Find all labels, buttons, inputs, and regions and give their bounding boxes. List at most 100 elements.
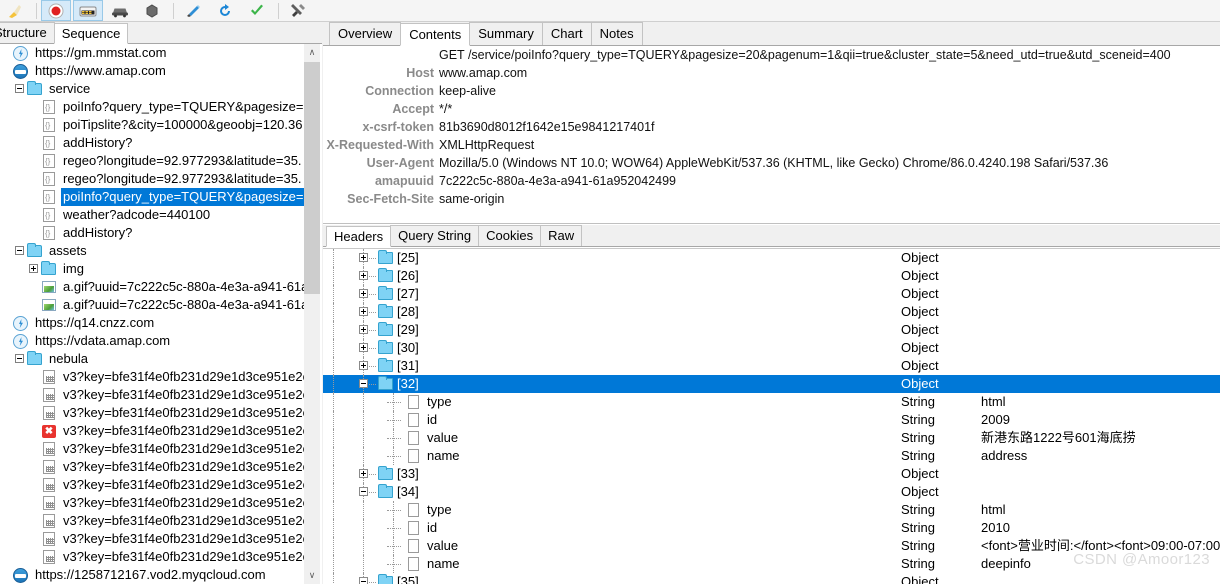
tools-icon[interactable]: [283, 0, 313, 21]
expand-icon[interactable]: [359, 343, 368, 352]
tree-expander-slot[interactable]: [14, 80, 27, 98]
json-tree-row[interactable]: [26] Object: [323, 267, 1220, 285]
scroll-down-arrow[interactable]: ∨: [304, 567, 320, 584]
collapse-icon[interactable]: [15, 354, 24, 363]
left-tree-scrollbar[interactable]: ∧ ∨: [304, 44, 320, 584]
session-tree-row[interactable]: v3?key=bfe31f4e0fb231d29e1d3ce951e2c: [0, 458, 322, 476]
inspector-tab-notes[interactable]: Notes: [590, 22, 643, 45]
json-tree-row[interactable]: [28] Object: [323, 303, 1220, 321]
session-tree[interactable]: https://gm.mmstat.com https://www.amap.co…: [0, 44, 322, 584]
session-tree-row[interactable]: v3?key=bfe31f4e0fb231d29e1d3ce951e2c: [0, 440, 322, 458]
json-tree-row[interactable]: [30] Object: [323, 339, 1220, 357]
collapse-icon[interactable]: [359, 577, 368, 584]
left-tab-structure[interactable]: Structure: [0, 22, 55, 43]
json-tree-row[interactable]: [27] Object: [323, 285, 1220, 303]
scroll-up-arrow[interactable]: ∧: [304, 44, 320, 61]
expand-icon[interactable]: [29, 264, 38, 273]
collapse-icon[interactable]: [15, 84, 24, 93]
session-tree-row[interactable]: nebula: [0, 350, 322, 368]
tree-expander-slot[interactable]: [14, 350, 27, 368]
session-tree-row[interactable]: img: [0, 260, 322, 278]
session-tree-row[interactable]: v3?key=bfe31f4e0fb231d29e1d3ce951e2c: [0, 386, 322, 404]
expand-icon[interactable]: [359, 253, 368, 262]
json-tree-view[interactable]: [25] Object [26] Object [27] Object [28] Object…: [323, 248, 1220, 584]
json-tree-row[interactable]: [31] Object: [323, 357, 1220, 375]
session-tree-row[interactable]: addHistory?: [0, 134, 322, 152]
expand-icon[interactable]: [359, 361, 368, 370]
json-tree-row[interactable]: name String address: [323, 447, 1220, 465]
session-tree-row[interactable]: service: [0, 80, 322, 98]
session-tree-row[interactable]: v3?key=bfe31f4e0fb231d29e1d3ce951e2c: [0, 368, 322, 386]
session-tree-row[interactable]: poiTipslite?&city=100000&geoobj=120.36: [0, 116, 322, 134]
session-tree-row[interactable]: addHistory?: [0, 224, 322, 242]
scroll-thumb[interactable]: [304, 62, 320, 294]
session-tree-row[interactable]: v3?key=bfe31f4e0fb231d29e1d3ce951e2c: [0, 404, 322, 422]
throttle-icon[interactable]: [73, 0, 103, 21]
session-tree-row[interactable]: poiInfo?query_type=TQUERY&pagesize=2: [0, 98, 322, 116]
session-tree-row[interactable]: https://q14.cnzz.com: [0, 314, 322, 332]
session-tree-row[interactable]: https://www.amap.com: [0, 62, 322, 80]
inspector-tab-overview[interactable]: Overview: [329, 22, 402, 45]
json-tree-row[interactable]: [25] Object: [323, 249, 1220, 267]
sub-tab-raw[interactable]: Raw: [540, 225, 583, 246]
inspector-tab-summary[interactable]: Summary: [469, 22, 543, 45]
json-key: id: [427, 520, 438, 535]
session-tree-row[interactable]: https://1258712167.vod2.myqcloud.com: [0, 566, 322, 584]
session-tree-row[interactable]: v3?key=bfe31f4e0fb231d29e1d3ce951e2c: [0, 476, 322, 494]
sub-tab-headers[interactable]: Headers: [326, 226, 392, 247]
sub-tab-cookies[interactable]: Cookies: [478, 225, 542, 246]
json-tree-row[interactable]: [34] Object: [323, 483, 1220, 501]
json-tree-row[interactable]: type String html: [323, 501, 1220, 519]
record-icon[interactable]: [41, 0, 71, 21]
collapse-icon[interactable]: [359, 379, 368, 388]
broom-icon[interactable]: [0, 0, 30, 21]
json-tree-row[interactable]: [32] Object: [323, 375, 1220, 393]
session-tree-row[interactable]: v3?key=bfe31f4e0fb231d29e1d3ce951e2c: [0, 530, 322, 548]
session-tree-row[interactable]: https://vdata.amap.com: [0, 332, 322, 350]
expand-icon[interactable]: [359, 271, 368, 280]
check-icon[interactable]: [242, 0, 272, 21]
json-tree-row[interactable]: value String 新港东路1222号601海底捞: [323, 429, 1220, 447]
session-tree-row[interactable]: weather?adcode=440100: [0, 206, 322, 224]
session-tree-row[interactable]: v3?key=bfe31f4e0fb231d29e1d3ce951e2c: [0, 494, 322, 512]
session-tree-row[interactable]: regeo?longitude=92.977293&latitude=35.: [0, 170, 322, 188]
session-tree-row[interactable]: assets: [0, 242, 322, 260]
tree-connector: [369, 582, 376, 583]
session-tree-row[interactable]: https://gm.mmstat.com: [0, 44, 322, 62]
expand-icon[interactable]: [359, 307, 368, 316]
session-tree-row[interactable]: v3?key=bfe31f4e0fb231d29e1d3ce951e2c: [0, 512, 322, 530]
tree-connector: [369, 384, 376, 385]
json-tree-row[interactable]: [29] Object: [323, 321, 1220, 339]
expand-icon[interactable]: [359, 469, 368, 478]
inspector-tab-chart[interactable]: Chart: [541, 22, 592, 45]
shield-icon[interactable]: [137, 0, 167, 21]
tree-expander-slot[interactable]: [28, 260, 41, 278]
inspector-tab-contents[interactable]: Contents: [400, 23, 471, 46]
session-tree-row[interactable]: a.gif?uuid=7c222c5c-880a-4e3a-a941-61a: [0, 278, 322, 296]
sessions-pane: StructureSequence https://gm.mmstat.comh…: [0, 22, 322, 584]
json-type: String: [901, 520, 935, 535]
json-tree-row[interactable]: id String 2010: [323, 519, 1220, 537]
expand-icon[interactable]: [359, 325, 368, 334]
json-tree-row[interactable]: type String html: [323, 393, 1220, 411]
session-tree-row[interactable]: poiInfo?query_type=TQUERY&pagesize=2: [0, 188, 322, 206]
header-value: www.amap.com: [439, 66, 528, 80]
session-tree-row[interactable]: a.gif?uuid=7c222c5c-880a-4e3a-a941-61a: [0, 296, 322, 314]
collapse-icon[interactable]: [15, 246, 24, 255]
tree-guide-line: [333, 321, 334, 339]
json-tree-row[interactable]: [35] Object: [323, 573, 1220, 584]
collapse-icon[interactable]: [359, 487, 368, 496]
json-tree-row[interactable]: id String 2009: [323, 411, 1220, 429]
left-tab-sequence[interactable]: Sequence: [53, 23, 129, 44]
json-tree-row[interactable]: [33] Object: [323, 465, 1220, 483]
pen-icon[interactable]: [178, 0, 208, 21]
repeat-icon[interactable]: [210, 0, 240, 21]
sub-tab-query-string[interactable]: Query String: [390, 225, 480, 246]
session-tree-row[interactable]: v3?key=bfe31f4e0fb231d29e1d3ce951e2c: [0, 422, 322, 440]
session-tree-row[interactable]: v3?key=bfe31f4e0fb231d29e1d3ce951e2c: [0, 548, 322, 566]
car-icon[interactable]: [105, 0, 135, 21]
session-tree-row[interactable]: regeo?longitude=92.977293&latitude=35.: [0, 152, 322, 170]
tree-expander-slot[interactable]: [14, 242, 27, 260]
expand-icon[interactable]: [359, 289, 368, 298]
